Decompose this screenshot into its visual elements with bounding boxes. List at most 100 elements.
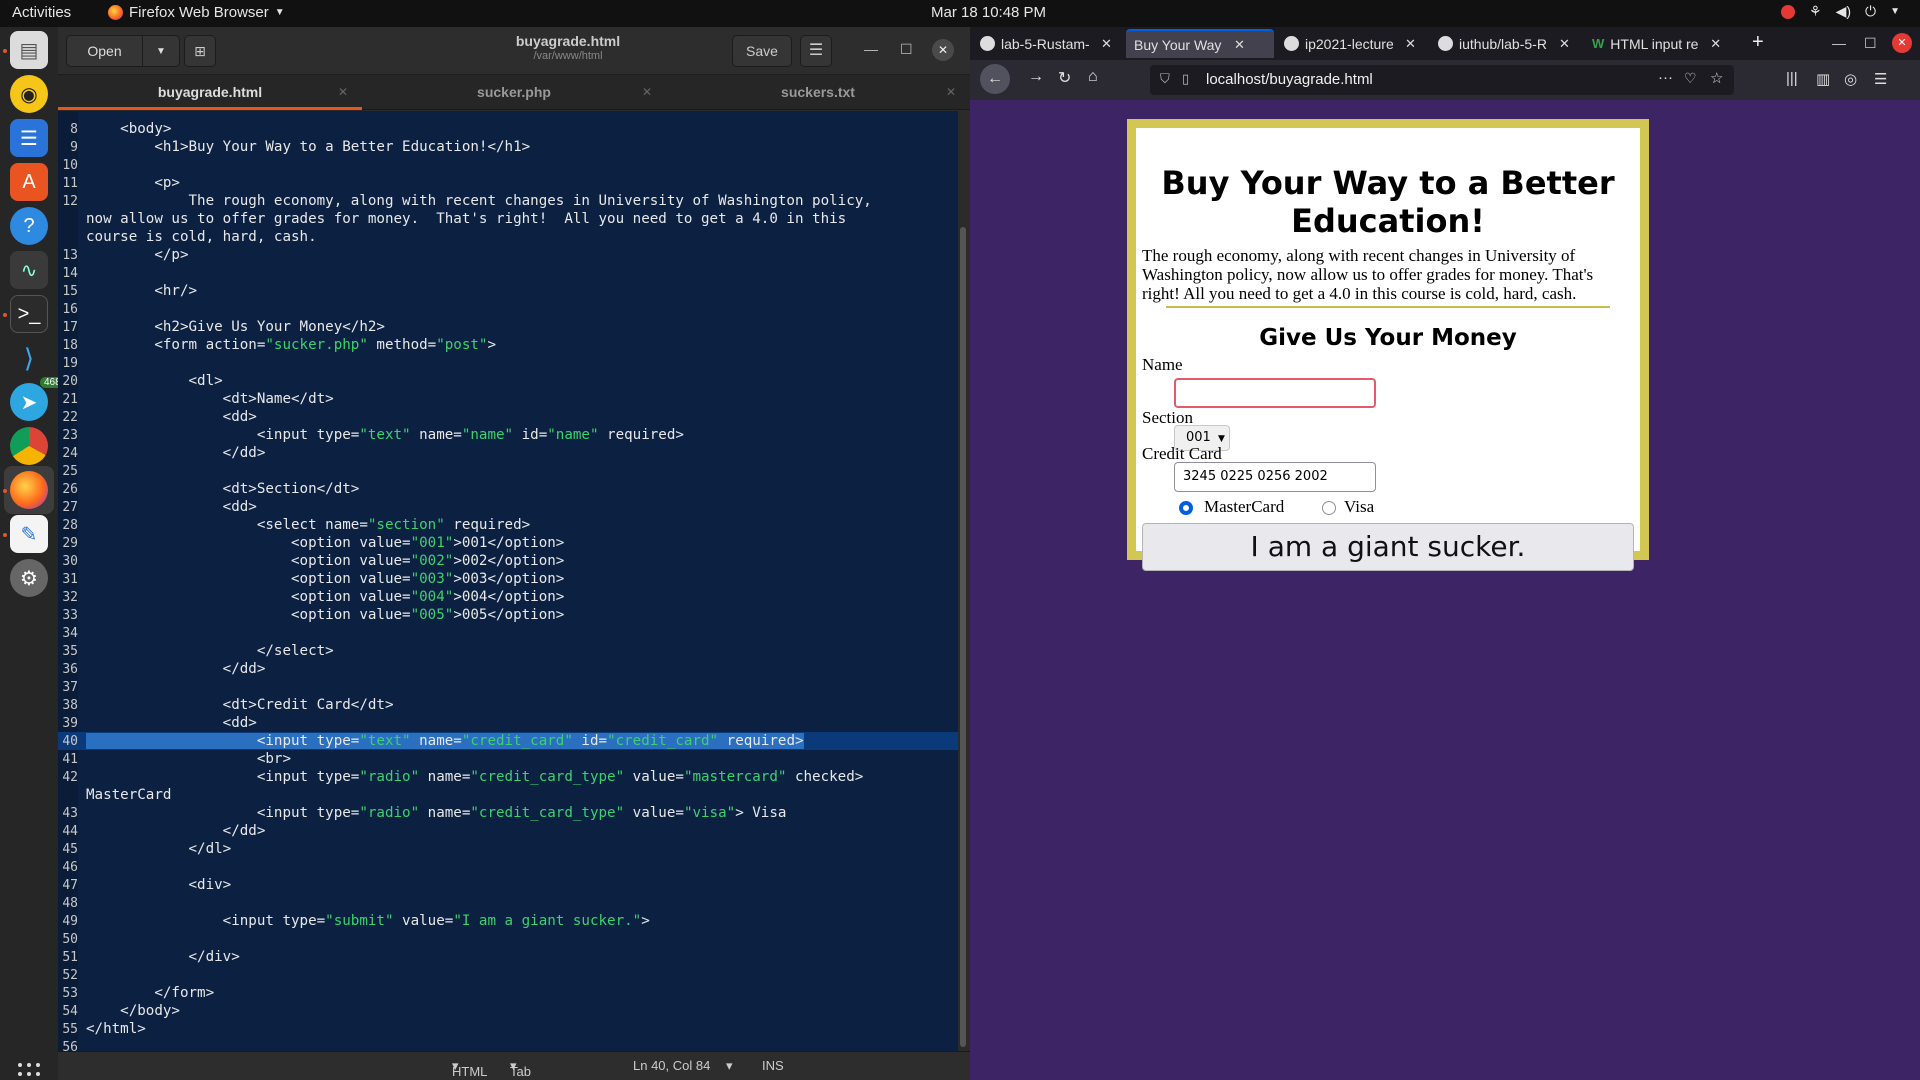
code-line[interactable]: 13 </p>	[58, 246, 958, 264]
text-editor-icon[interactable]: ✎	[10, 515, 48, 553]
credit-card-input[interactable]: 3245 0225 0256 2002	[1174, 462, 1376, 492]
code-line[interactable]: 49 <input type="submit" value="I am a gi…	[58, 912, 958, 930]
code-line[interactable]: 17 <h2>Give Us Your Money</h2>	[58, 318, 958, 336]
code-line[interactable]: 22 <dd>	[58, 408, 958, 426]
browser-tab[interactable]: W HTML input re ✕	[1584, 29, 1736, 58]
activities-button[interactable]: Activities	[12, 4, 71, 21]
code-line[interactable]: 48	[58, 894, 958, 912]
code-line[interactable]: now allow us to offer grades for money. …	[58, 210, 958, 228]
browser-tab[interactable]: ip2021-lecture ✕	[1276, 29, 1428, 58]
code-editor[interactable]: 8 <body> 9 <h1>Buy Your Way to a Better E…	[58, 111, 958, 1051]
home-icon[interactable]: ⌂	[1088, 68, 1098, 86]
code-line[interactable]: 18 <form action="sucker.php" method="pos…	[58, 336, 958, 354]
code-line[interactable]: 21 <dt>Name</dt>	[58, 390, 958, 408]
code-line[interactable]: 44 </dd>	[58, 822, 958, 840]
sidebar-icon[interactable]: ▥	[1816, 70, 1830, 88]
help-icon[interactable]: ?	[10, 207, 48, 245]
close-tab-icon[interactable]: ✕	[1405, 36, 1416, 52]
code-line[interactable]: 36 </dd>	[58, 660, 958, 678]
forward-icon[interactable]: →	[1028, 68, 1044, 86]
close-icon[interactable]: ✕	[932, 39, 954, 61]
clock[interactable]: Mar 18 10:48 PM	[931, 4, 1046, 21]
code-line[interactable]: 31 <option value="003">003</option>	[58, 570, 958, 588]
code-line[interactable]: 26 <dt>Section</dt>	[58, 480, 958, 498]
code-line[interactable]: 40 <input type="text" name="credit_card"…	[58, 732, 958, 750]
code-line[interactable]: 32 <option value="004">004</option>	[58, 588, 958, 606]
save-button[interactable]: Save	[732, 35, 792, 67]
code-line[interactable]: 38 <dt>Credit Card</dt>	[58, 696, 958, 714]
terminal-icon[interactable]: >_	[10, 295, 48, 333]
code-line[interactable]: 23 <input type="text" name="name" id="na…	[58, 426, 958, 444]
code-line[interactable]: 47 <div>	[58, 876, 958, 894]
code-line[interactable]: 50	[58, 930, 958, 948]
browser-tab[interactable]: iuthub/lab-5-R ✕	[1430, 29, 1582, 58]
chrome-icon[interactable]	[10, 427, 48, 465]
writer-icon[interactable]: ☰	[10, 119, 48, 157]
tab-sucker-php[interactable]: sucker.php ✕	[362, 75, 666, 110]
close-icon[interactable]: ✕	[1892, 33, 1912, 53]
open-button[interactable]: Open ▼	[66, 35, 180, 67]
code-line[interactable]: 35 </select>	[58, 642, 958, 660]
new-document-button[interactable]: ⊞	[184, 35, 216, 67]
close-tab-icon[interactable]: ✕	[1101, 36, 1112, 52]
monitor-icon[interactable]: ∿	[10, 251, 48, 289]
new-tab-icon[interactable]: +	[1752, 31, 1764, 54]
code-line[interactable]: 34	[58, 624, 958, 642]
code-line[interactable]: 16	[58, 300, 958, 318]
settings-icon[interactable]: ⚙	[10, 559, 48, 597]
code-line[interactable]: 9 <h1>Buy Your Way to a Better Education…	[58, 138, 958, 156]
shield-icon[interactable]: ⛉	[1160, 71, 1170, 87]
chevron-down-icon[interactable]: ▼	[143, 46, 179, 57]
software-icon[interactable]: A	[10, 163, 48, 201]
code-line[interactable]: MasterCard	[58, 786, 958, 804]
close-tab-icon[interactable]: ✕	[1234, 37, 1245, 53]
visa-radio[interactable]	[1322, 501, 1336, 515]
code-line[interactable]: 45 </dl>	[58, 840, 958, 858]
vscode-icon[interactable]: ⟩	[10, 339, 48, 377]
name-input[interactable]	[1174, 378, 1376, 408]
chevron-down-icon[interactable]: ▾	[726, 1058, 733, 1074]
language-selector[interactable]: HTML ▾	[452, 1058, 487, 1079]
hamburger-menu-icon[interactable]: ☰	[1874, 70, 1887, 88]
show-applications-icon[interactable]	[18, 1063, 40, 1080]
submit-button[interactable]: I am a giant sucker.	[1142, 523, 1634, 571]
code-line[interactable]: 42 <input type="radio" name="credit_card…	[58, 768, 958, 786]
close-tab-icon[interactable]: ✕	[1559, 36, 1570, 52]
code-line[interactable]: 41 <br>	[58, 750, 958, 768]
tab-width-selector[interactable]: Tab Width: 4 ▾	[510, 1058, 547, 1080]
hamburger-menu-icon[interactable]: ☰	[800, 35, 832, 67]
code-line[interactable]: 29 <option value="001">001</option>	[58, 534, 958, 552]
maximize-icon[interactable]: ☐	[1864, 35, 1877, 52]
code-line[interactable]: 30 <option value="002">002</option>	[58, 552, 958, 570]
recording-indicator-icon[interactable]	[1781, 4, 1796, 19]
code-line[interactable]: 11 <p>	[58, 174, 958, 192]
code-line[interactable]: 8 <body>	[58, 120, 958, 138]
telegram-icon[interactable]: ➤ 468	[10, 377, 65, 421]
code-line[interactable]: 56	[58, 1038, 958, 1051]
code-line[interactable]: 27 <dd>	[58, 498, 958, 516]
code-line[interactable]: 55 </html>	[58, 1020, 958, 1038]
back-icon[interactable]: ←	[980, 64, 1010, 94]
code-line[interactable]: 15 <hr/>	[58, 282, 958, 300]
close-tab-icon[interactable]: ✕	[642, 75, 652, 110]
code-line[interactable]: 53 </form>	[58, 984, 958, 1002]
code-line[interactable]: 28 <select name="section" required>	[58, 516, 958, 534]
reload-icon[interactable]: ↻	[1058, 68, 1071, 88]
code-line[interactable]: 52	[58, 966, 958, 984]
minimize-icon[interactable]: —	[1832, 35, 1846, 51]
tab-buyagrade[interactable]: buyagrade.html ✕	[58, 75, 362, 110]
close-tab-icon[interactable]: ✕	[946, 75, 956, 110]
account-icon[interactable]: ◎	[1844, 70, 1857, 88]
close-tab-icon[interactable]: ✕	[338, 75, 348, 110]
minimize-icon[interactable]: —	[864, 41, 878, 57]
code-line[interactable]: 14	[58, 264, 958, 282]
code-line[interactable]: 51 </div>	[58, 948, 958, 966]
files-icon[interactable]: ▤	[10, 31, 48, 69]
code-line[interactable]: 10	[58, 156, 958, 174]
library-icon[interactable]: |||	[1786, 70, 1798, 87]
rhythmbox-icon[interactable]: ◉	[10, 75, 48, 113]
code-line[interactable]: 43 <input type="radio" name="credit_card…	[58, 804, 958, 822]
close-tab-icon[interactable]: ✕	[1710, 36, 1721, 52]
code-line[interactable]: 46	[58, 858, 958, 876]
mastercard-radio[interactable]	[1179, 501, 1193, 515]
